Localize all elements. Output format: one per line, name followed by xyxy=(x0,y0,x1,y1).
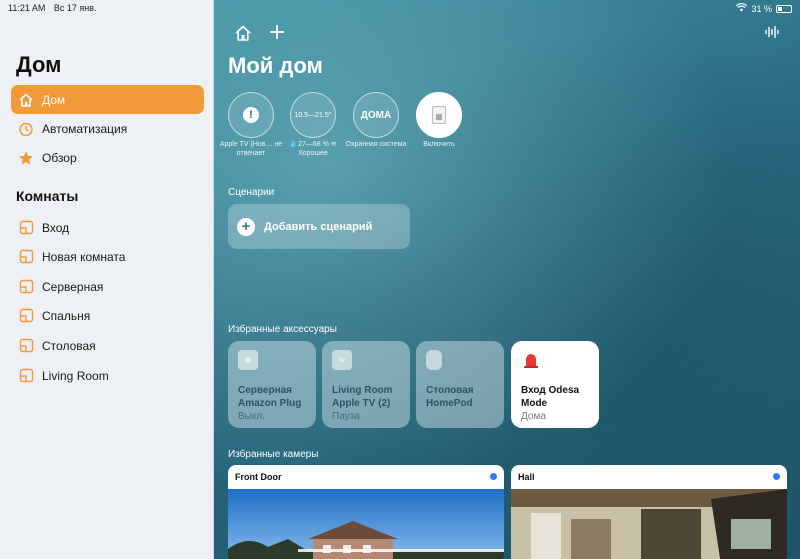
sidebar-item-room[interactable]: Новая комната xyxy=(11,242,204,271)
plus-circle-icon: + xyxy=(237,217,255,236)
status-date: Вс 17 янв. xyxy=(53,3,97,13)
sidebar-item-room[interactable]: Столовая xyxy=(11,331,204,360)
home-button[interactable] xyxy=(234,24,252,47)
accessories-heading: Избранные аксессуары xyxy=(228,324,337,335)
add-scene-button[interactable]: + Добавить сценарий xyxy=(228,204,410,249)
room-icon xyxy=(17,248,35,266)
climate-value: 10.5—21.5° xyxy=(294,111,332,119)
alert-icon: ! xyxy=(243,107,259,123)
live-indicator xyxy=(490,473,497,480)
accessory-tile[interactable]: Вход Odesa Mode Дома xyxy=(511,341,599,428)
add-scene-label: Добавить сценарий xyxy=(264,220,373,233)
accessory-status: Пауза xyxy=(332,411,360,422)
homepod-icon xyxy=(426,350,442,370)
camera-name: Hall xyxy=(518,472,535,482)
accessory-tile[interactable]: Столовая HomePod xyxy=(416,341,504,428)
sidebar-item-label: Столовая xyxy=(42,338,96,353)
security-value: ДОМА xyxy=(360,109,392,121)
appletv-icon: tv xyxy=(332,350,352,370)
room-icon xyxy=(17,278,35,296)
battery-icon xyxy=(776,4,792,13)
live-indicator xyxy=(773,473,780,480)
sidebar-item-label: Автоматизация xyxy=(42,121,128,136)
sidebar: Дом Дом Автоматизация Обзор Комнаты Вход… xyxy=(0,0,214,559)
sidebar-item-home[interactable]: Дом xyxy=(11,85,204,114)
sidebar-item-label: Обзор xyxy=(42,150,77,165)
wifi-icon xyxy=(736,3,748,14)
sidebar-item-label: Дом xyxy=(42,92,66,107)
room-icon xyxy=(17,337,35,355)
sidebar-title: Дом xyxy=(16,52,62,77)
status-appletv[interactable]: ! xyxy=(228,92,274,138)
sidebar-item-label: Новая комната xyxy=(42,249,126,264)
sidebar-item-room[interactable]: Спальня xyxy=(11,301,204,330)
cameras-heading: Избранные камеры xyxy=(228,449,319,460)
camera-feed xyxy=(228,489,504,559)
status-label: Охранная система xyxy=(345,141,407,148)
status-climate[interactable]: 10.5—21.5° xyxy=(290,92,336,138)
room-icon xyxy=(17,219,35,237)
sidebar-item-label: Living Room xyxy=(42,368,109,383)
accessory-name: Вход Odesa Mode xyxy=(521,385,580,409)
sidebar-item-room[interactable]: Living Room xyxy=(11,361,204,390)
camera-tile[interactable]: Hall xyxy=(511,465,787,559)
accessory-name: Living Room Apple TV (2) xyxy=(332,385,393,409)
accessory-status: Выкл. xyxy=(238,411,265,422)
sidebar-item-label: Спальня xyxy=(42,308,91,323)
room-icon xyxy=(17,307,35,325)
star-icon xyxy=(17,149,35,167)
status-switch[interactable] xyxy=(416,92,462,138)
accessory-tile[interactable]: Серверная Amazon Plug Выкл. xyxy=(228,341,316,428)
sidebar-item-room[interactable]: Серверная xyxy=(11,272,204,301)
waveform-icon xyxy=(765,26,779,38)
sidebar-item-label: Серверная xyxy=(42,279,104,294)
page-title: Мой дом xyxy=(228,53,323,78)
scenes-heading: Сценарии xyxy=(228,187,275,198)
siren-icon xyxy=(521,350,541,370)
status-label: Включить xyxy=(423,141,455,148)
status-label: 💧27—68 % ≋ Хорошее xyxy=(289,141,337,157)
status-bar-left: 11:21 AM Вс 17 янв. xyxy=(8,3,103,13)
accessory-status: Дома xyxy=(521,411,546,422)
sidebar-item-label: Вход xyxy=(42,220,70,235)
switch-icon xyxy=(432,106,446,124)
siri-button[interactable] xyxy=(764,24,780,45)
clock-icon xyxy=(17,120,35,138)
camera-feed xyxy=(511,489,787,559)
accessory-name: Столовая HomePod xyxy=(426,385,474,409)
accessory-tile[interactable]: tv Living Room Apple TV (2) Пауза xyxy=(322,341,410,428)
sidebar-item-room[interactable]: Вход xyxy=(11,213,204,242)
room-icon xyxy=(17,367,35,385)
status-label: Apple TV (Нов… не отвечает xyxy=(219,141,283,157)
status-security[interactable]: ДОМА xyxy=(353,92,399,138)
accessory-name: Серверная Amazon Plug xyxy=(238,385,302,409)
plus-icon xyxy=(270,25,284,39)
sidebar-item-automation[interactable]: Автоматизация xyxy=(11,114,204,143)
house-icon xyxy=(17,91,35,109)
plug-icon xyxy=(238,350,258,370)
status-bar-right: 31 % xyxy=(736,3,792,14)
camera-tile[interactable]: Front Door xyxy=(228,465,504,559)
main-panel: Мой дом ! Apple TV (Нов… не отвечает 10.… xyxy=(214,0,800,559)
rooms-heading: Комнаты xyxy=(16,188,79,204)
status-time: 11:21 AM xyxy=(8,3,46,13)
camera-name: Front Door xyxy=(235,472,282,482)
house-icon xyxy=(235,25,251,41)
add-button[interactable] xyxy=(269,24,285,45)
battery-percent: 31 % xyxy=(751,3,772,14)
sidebar-item-overview[interactable]: Обзор xyxy=(11,143,204,172)
